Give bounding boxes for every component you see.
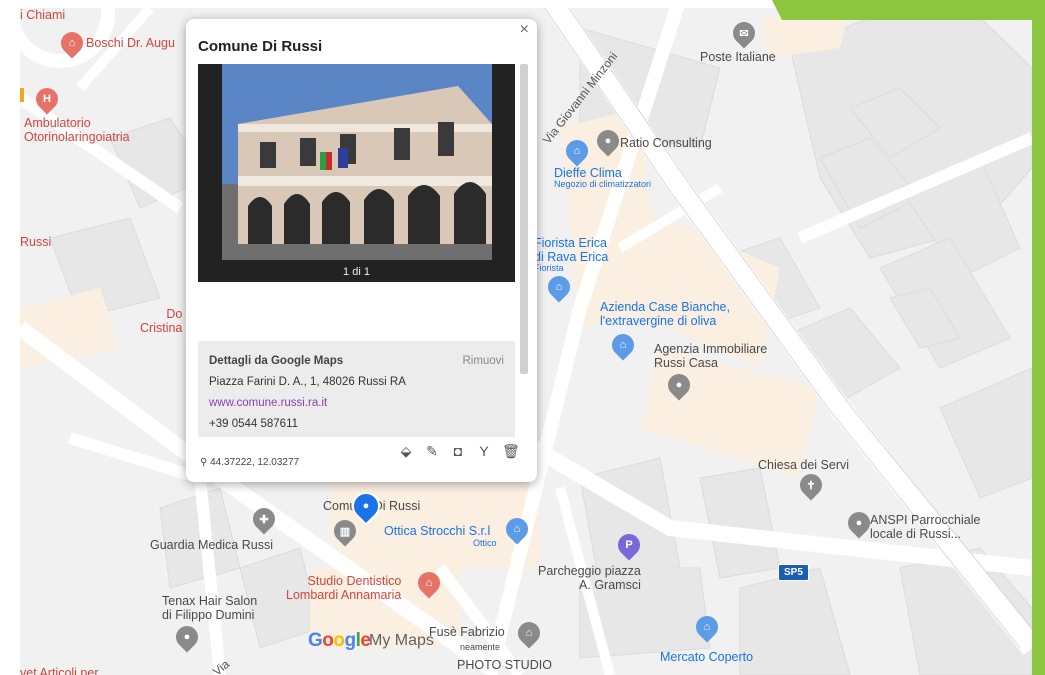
poi-label-ottica[interactable]: Ottica Strocchi S.r.l bbox=[384, 524, 490, 538]
edit-icon[interactable]: ✎ bbox=[424, 443, 440, 459]
website-link[interactable]: www.comune.russi.ra.it bbox=[209, 393, 504, 414]
poi-sublabel-dieffe: Negozio di climatizzatori bbox=[554, 179, 652, 189]
poi-label-fuse[interactable]: Fusè Fabrizio bbox=[429, 625, 505, 639]
decorative-green-shape bbox=[772, 0, 1032, 20]
parking-icon: P bbox=[625, 539, 633, 551]
poi-marker-azienda[interactable]: ⌂ bbox=[607, 329, 639, 361]
poi-marker-parcheggio[interactable]: P bbox=[613, 529, 645, 561]
poi-label-agenzia[interactable]: Agenzia Immobiliare Russi Casa bbox=[654, 342, 767, 370]
google-logo: Google bbox=[308, 630, 371, 651]
shop-icon: ⌂ bbox=[68, 37, 76, 49]
poi-marker-poste[interactable]: ✉ bbox=[728, 17, 760, 49]
traffic-light-icon bbox=[20, 88, 24, 102]
mail-icon: ✉ bbox=[739, 27, 749, 40]
shop-icon: ⌂ bbox=[513, 523, 521, 535]
poi-marker-guardia[interactable]: ✚ bbox=[248, 503, 280, 535]
style-icon[interactable]: ⬙ bbox=[398, 443, 414, 459]
coordinates-text: ⚲ 44.37222, 12.03277 bbox=[200, 457, 300, 468]
pin-icon: ● bbox=[604, 135, 612, 147]
medical-icon: ✚ bbox=[259, 513, 269, 526]
cross-icon: ✝ bbox=[806, 479, 816, 492]
poi-label-guardia[interactable]: Guardia Medica Russi bbox=[150, 538, 273, 552]
pin-icon: ● bbox=[675, 379, 683, 391]
poi-sublabel-fuse: neamente bbox=[460, 642, 501, 652]
decorative-green-bar bbox=[1032, 0, 1045, 675]
poi-marker-fuse[interactable]: ⌂ bbox=[513, 617, 545, 649]
place-title: Comune Di Russi bbox=[198, 38, 323, 55]
poi-marker-dieffe[interactable]: ⌂ bbox=[561, 135, 593, 167]
poi-label-chiami: i Chiami bbox=[20, 8, 66, 22]
camera-icon[interactable]: ◘ bbox=[450, 443, 466, 459]
location-pin-icon: ⚲ bbox=[200, 457, 211, 468]
poi-marker-studio[interactable]: ⌂ bbox=[413, 567, 445, 599]
remove-details-button[interactable]: Rimuovi bbox=[462, 351, 504, 372]
poi-marker-boschi[interactable]: ⌂ bbox=[56, 27, 88, 59]
pin-icon: ● bbox=[183, 631, 191, 643]
photo-counter: 1 di 1 bbox=[343, 266, 370, 278]
poi-label-chiesa[interactable]: Chiesa dei Servi bbox=[758, 458, 849, 472]
poi-label-photo[interactable]: PHOTO STUDIO bbox=[457, 658, 552, 672]
cart-icon: ⌂ bbox=[703, 621, 711, 633]
pin-icon: ● bbox=[855, 517, 863, 529]
shop-icon: ⌂ bbox=[525, 627, 533, 639]
poi-label-do-cristina[interactable]: Do Cristina bbox=[140, 307, 182, 335]
shop-icon: ⌂ bbox=[619, 339, 627, 351]
poi-marker-ottica[interactable]: ⌂ bbox=[501, 513, 533, 545]
shop-icon: ⌂ bbox=[425, 577, 433, 589]
address-text: Piazza Farini D. A., 1, 48026 Russi RA bbox=[209, 376, 406, 388]
poi-label-dieffe[interactable]: Dieffe Clima bbox=[554, 166, 622, 180]
shop-icon: ⌂ bbox=[573, 145, 581, 157]
shop-icon: ⌂ bbox=[555, 281, 563, 293]
poi-label-tenax[interactable]: Tenax Hair Salon di Filippo Dumini bbox=[162, 594, 257, 622]
poi-label-boschi[interactable]: Boschi Dr. Augu bbox=[86, 36, 175, 50]
poi-marker-mercato[interactable]: ⌂ bbox=[691, 611, 723, 643]
directions-icon[interactable]: Y bbox=[476, 443, 492, 459]
poi-label-poste[interactable]: Poste Italiane bbox=[700, 50, 776, 64]
poi-label-azienda[interactable]: Azienda Case Bianche, l'extravergine di … bbox=[600, 300, 730, 328]
my-maps-wordmark: My Maps bbox=[369, 632, 434, 649]
town-hall-photo bbox=[198, 64, 515, 282]
place-info-window: × Comune Di Russi 1 di 1 Dettagli da Goo… bbox=[186, 19, 537, 482]
details-panel: Dettagli da Google Maps Rimuovi Piazza F… bbox=[198, 341, 515, 437]
poi-label-studio[interactable]: Studio Dentistico Lombardi Annamaria bbox=[286, 574, 401, 602]
poi-marker-fiorista[interactable]: ⌂ bbox=[543, 271, 575, 303]
poi-label-fiorista[interactable]: Fiorista Erica di Rava Erica bbox=[534, 236, 608, 264]
poi-marker-chiesa[interactable]: ✝ bbox=[795, 469, 827, 501]
details-heading: Dettagli da Google Maps bbox=[209, 355, 344, 367]
poi-label-parcheggio[interactable]: Parcheggio piazza A. Gramsci bbox=[538, 564, 641, 592]
delete-icon[interactable]: 🗑 bbox=[502, 443, 520, 459]
poi-marker-tenax[interactable]: ● bbox=[171, 621, 203, 653]
route-shield-sp5: SP5 bbox=[778, 564, 809, 581]
poi-marker-agenzia[interactable]: ● bbox=[663, 369, 695, 401]
poi-marker-ambulatorio[interactable]: H bbox=[31, 83, 63, 115]
close-icon[interactable]: × bbox=[520, 21, 529, 39]
poi-label-articoli[interactable]: vet Articoli per bbox=[20, 666, 99, 675]
place-photo[interactable]: 1 di 1 bbox=[198, 64, 515, 282]
poi-label-ambulatorio[interactable]: Ambulatorio Otorinolaringoiatria bbox=[24, 116, 130, 144]
poi-marker-comune-building[interactable]: ▥ bbox=[329, 515, 361, 547]
poi-label-ratio[interactable]: Ratio Consulting bbox=[620, 136, 712, 150]
poi-sublabel-fiorista: Fiorista bbox=[534, 263, 564, 273]
pin-icon: ● bbox=[362, 500, 370, 512]
hospital-icon: H bbox=[43, 93, 51, 105]
poi-sublabel-ottica: Ottico bbox=[473, 538, 497, 548]
building-icon: ▥ bbox=[339, 525, 351, 538]
phone-text: +39 0544 587611 bbox=[209, 418, 299, 430]
popup-toolbar: ⬙ ✎ ◘ Y 🗑 bbox=[398, 443, 520, 459]
scrollbar[interactable] bbox=[520, 64, 528, 374]
poi-label-mercato[interactable]: Mercato Coperto bbox=[660, 650, 753, 664]
poi-marker-ratio[interactable]: ● bbox=[592, 125, 624, 157]
poi-label-anspi[interactable]: ANSPI Parrocchiale locale di Russi... bbox=[870, 513, 980, 541]
poi-label-russi: Russi bbox=[20, 235, 52, 249]
